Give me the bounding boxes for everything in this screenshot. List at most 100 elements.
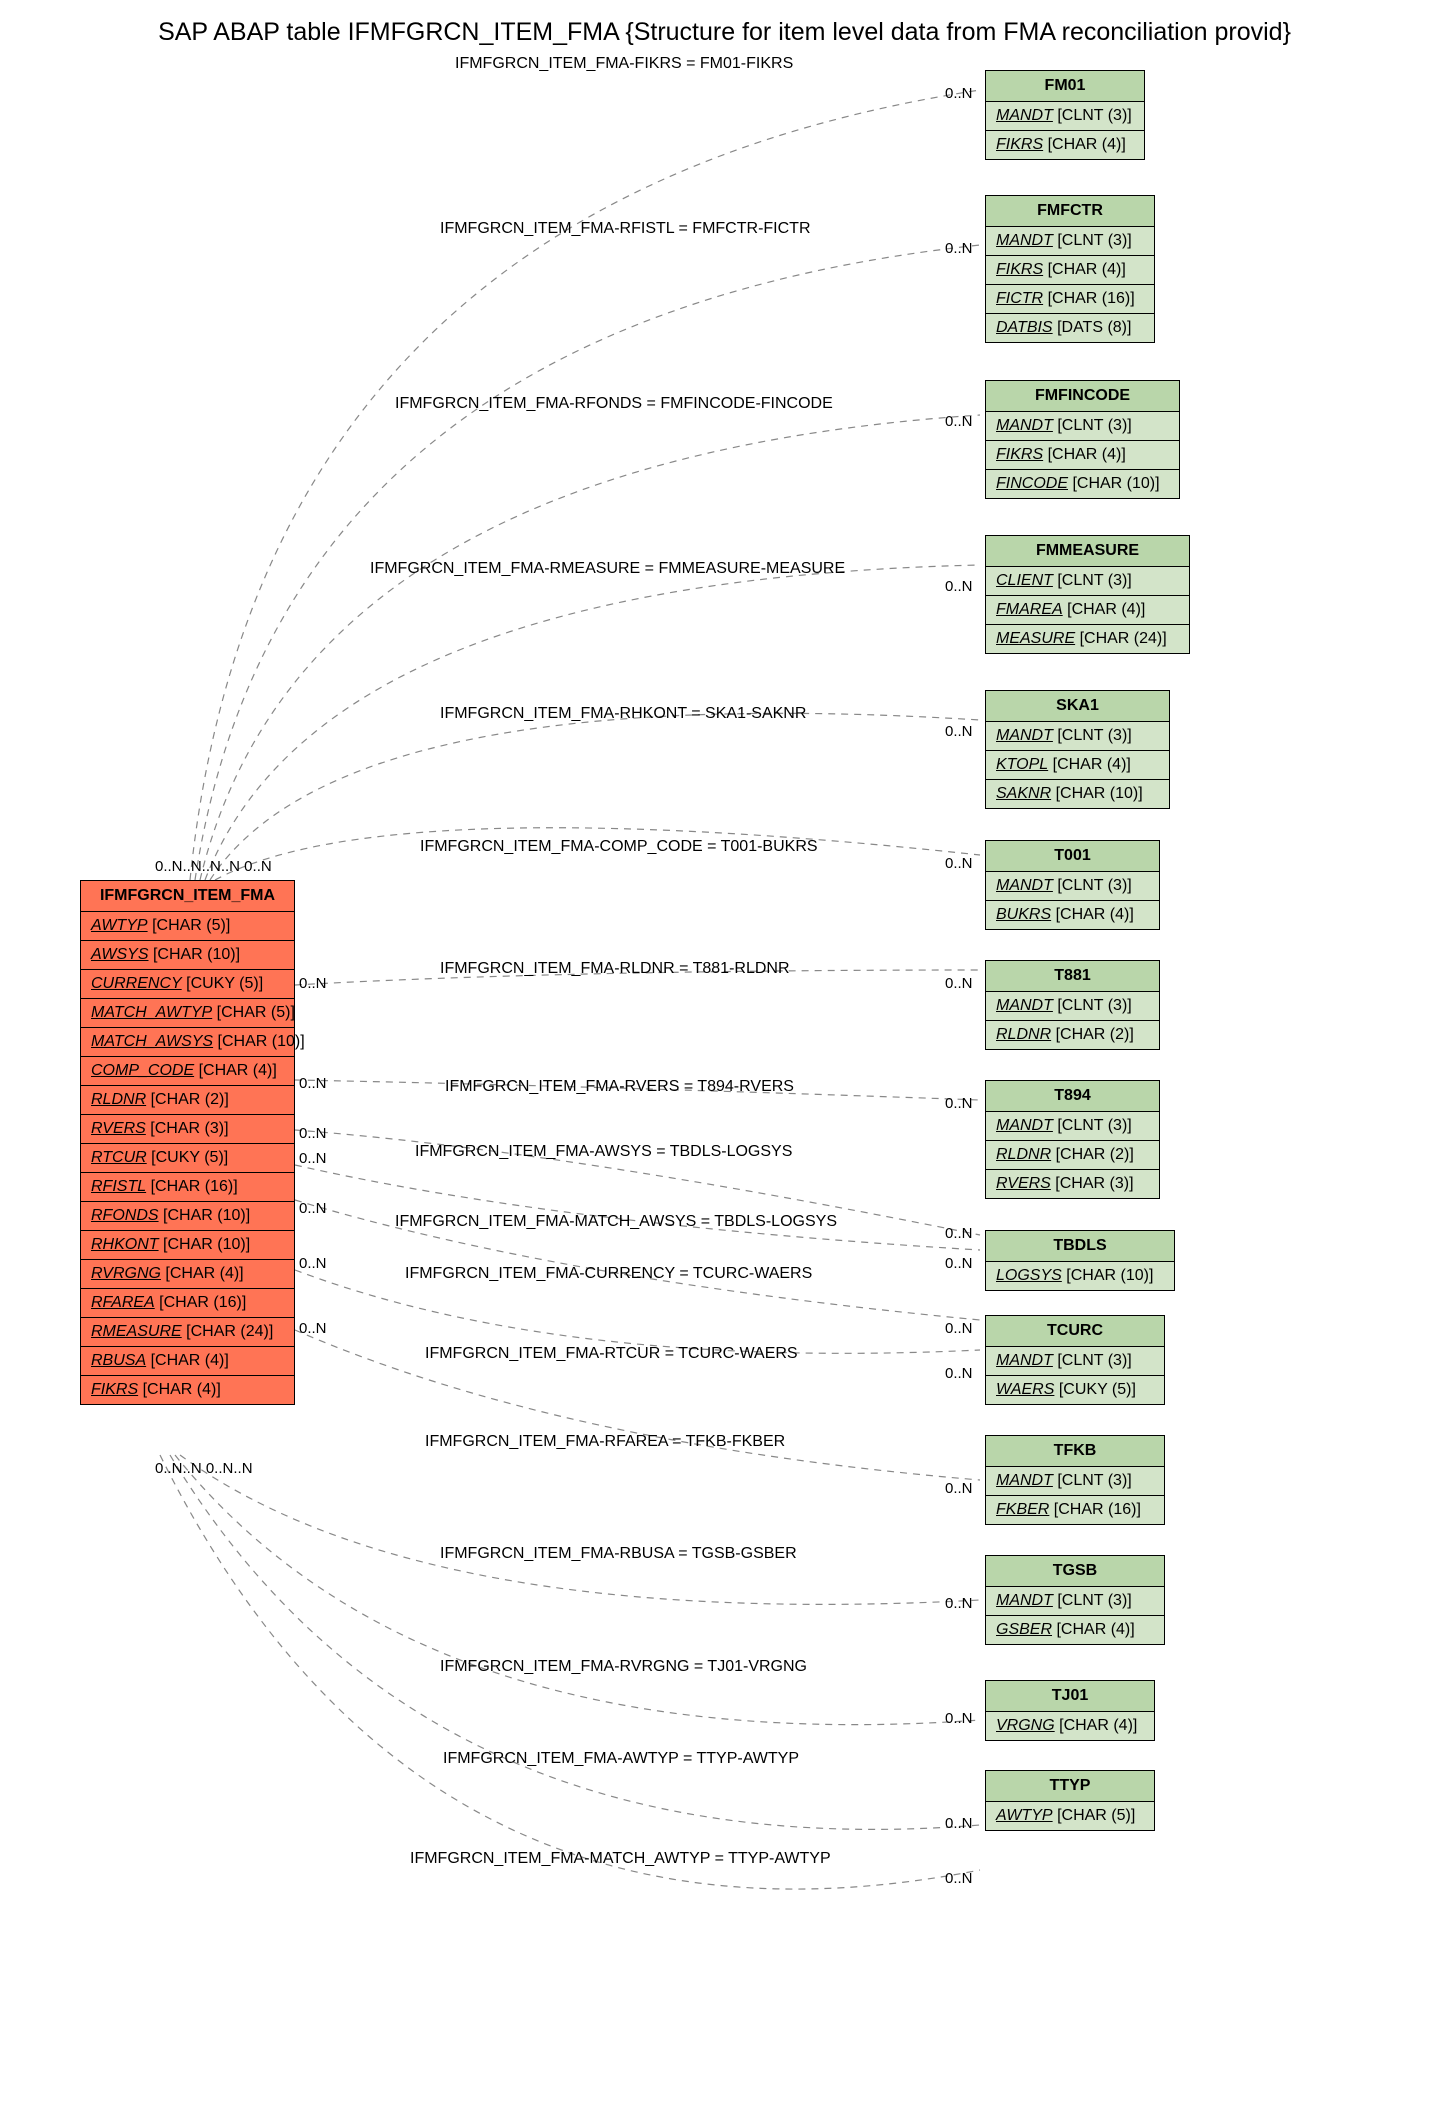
ref-entity-fmfincode: FMFINCODE MANDT [CLNT (3)] FIKRS [CHAR (… — [985, 380, 1180, 499]
table-row: RFISTL [CHAR (16)] — [81, 1173, 294, 1202]
relation-label: IFMFGRCN_ITEM_FMA-RFISTL = FMFCTR-FICTR — [440, 220, 811, 238]
table-row: MANDT [CLNT (3)] — [986, 412, 1179, 441]
cardinality-label: 0..N — [299, 1320, 327, 1337]
main-entity-table: IFMFGRCN_ITEM_FMA AWTYP [CHAR (5)] AWSYS… — [80, 880, 295, 1405]
cardinality-label: 0..N — [945, 1815, 973, 1832]
ref-entity-fmmeasure: FMMEASURE CLIENT [CLNT (3)] FMAREA [CHAR… — [985, 535, 1190, 654]
ref-entity-fmfctr: FMFCTR MANDT [CLNT (3)] FIKRS [CHAR (4)]… — [985, 195, 1155, 343]
relation-label: IFMFGRCN_ITEM_FMA-COMP_CODE = T001-BUKRS — [420, 838, 818, 856]
cardinality-label: 0..N — [945, 1225, 973, 1242]
cardinality-label: 0..N — [299, 975, 327, 992]
table-row: MANDT [CLNT (3)] — [986, 1112, 1159, 1141]
entity-header: T881 — [986, 961, 1159, 992]
ref-entity-t894: T894 MANDT [CLNT (3)] RLDNR [CHAR (2)] R… — [985, 1080, 1160, 1199]
table-row: MANDT [CLNT (3)] — [986, 722, 1169, 751]
table-row: MATCH_AWTYP [CHAR (5)] — [81, 999, 294, 1028]
table-row: FKBER [CHAR (16)] — [986, 1496, 1164, 1524]
entity-header: TCURC — [986, 1316, 1164, 1347]
table-row: RLDNR [CHAR (2)] — [986, 1021, 1159, 1049]
cardinality-label: 0..N..N..N..N 0..N — [155, 858, 272, 875]
table-row: MANDT [CLNT (3)] — [986, 872, 1159, 901]
table-row: VRGNG [CHAR (4)] — [986, 1712, 1154, 1740]
cardinality-label: 0..N — [299, 1200, 327, 1217]
cardinality-label: 0..N — [945, 723, 973, 740]
diagram-title: SAP ABAP table IFMFGRCN_ITEM_FMA {Struct… — [0, 18, 1449, 47]
table-row: RLDNR [CHAR (2)] — [81, 1086, 294, 1115]
entity-header: TBDLS — [986, 1231, 1174, 1262]
cardinality-label: 0..N — [299, 1255, 327, 1272]
table-row: MATCH_AWSYS [CHAR (10)] — [81, 1028, 294, 1057]
table-row: FMAREA [CHAR (4)] — [986, 596, 1189, 625]
table-row: RVRGNG [CHAR (4)] — [81, 1260, 294, 1289]
entity-header: TTYP — [986, 1771, 1154, 1802]
table-row: AWTYP [CHAR (5)] — [986, 1802, 1154, 1830]
table-row: RFAREA [CHAR (16)] — [81, 1289, 294, 1318]
cardinality-label: 0..N — [945, 240, 973, 257]
cardinality-label: 0..N — [945, 975, 973, 992]
table-row: FIKRS [CHAR (4)] — [986, 441, 1179, 470]
main-entity-name: IFMFGRCN_ITEM_FMA — [81, 881, 294, 912]
cardinality-label: 0..N — [945, 413, 973, 430]
table-row: COMP_CODE [CHAR (4)] — [81, 1057, 294, 1086]
entity-header: T894 — [986, 1081, 1159, 1112]
cardinality-label: 0..N — [945, 855, 973, 872]
table-row: MEASURE [CHAR (24)] — [986, 625, 1189, 653]
cardinality-label: 0..N — [299, 1075, 327, 1092]
entity-header: T001 — [986, 841, 1159, 872]
table-row: FICTR [CHAR (16)] — [986, 285, 1154, 314]
relation-label: IFMFGRCN_ITEM_FMA-CURRENCY = TCURC-WAERS — [405, 1265, 812, 1283]
cardinality-label: 0..N — [945, 1255, 973, 1272]
ref-entity-fm01: FM01 MANDT [CLNT (3)] FIKRS [CHAR (4)] — [985, 70, 1145, 160]
table-row: WAERS [CUKY (5)] — [986, 1376, 1164, 1404]
relation-label: IFMFGRCN_ITEM_FMA-RTCUR = TCURC-WAERS — [425, 1345, 798, 1363]
ref-entity-tgsb: TGSB MANDT [CLNT (3)] GSBER [CHAR (4)] — [985, 1555, 1165, 1645]
table-row: AWSYS [CHAR (10)] — [81, 941, 294, 970]
table-row: AWTYP [CHAR (5)] — [81, 912, 294, 941]
cardinality-label: 0..N — [945, 85, 973, 102]
table-row: MANDT [CLNT (3)] — [986, 227, 1154, 256]
table-row: CURRENCY [CUKY (5)] — [81, 970, 294, 999]
entity-header: FMFINCODE — [986, 381, 1179, 412]
relation-label: IFMFGRCN_ITEM_FMA-RFAREA = TFKB-FKBER — [425, 1433, 785, 1451]
table-row: FIKRS [CHAR (4)] — [986, 256, 1154, 285]
entity-header: SKA1 — [986, 691, 1169, 722]
relation-label: IFMFGRCN_ITEM_FMA-RBUSA = TGSB-GSBER — [440, 1545, 797, 1563]
table-row: GSBER [CHAR (4)] — [986, 1616, 1164, 1644]
table-row: DATBIS [DATS (8)] — [986, 314, 1154, 342]
cardinality-label: 0..N — [945, 1365, 973, 1382]
table-row: FIKRS [CHAR (4)] — [81, 1376, 294, 1404]
table-row: RHKONT [CHAR (10)] — [81, 1231, 294, 1260]
table-row: SAKNR [CHAR (10)] — [986, 780, 1169, 808]
table-row: RMEASURE [CHAR (24)] — [81, 1318, 294, 1347]
entity-header: TGSB — [986, 1556, 1164, 1587]
table-row: MANDT [CLNT (3)] — [986, 1467, 1164, 1496]
ref-entity-t001: T001 MANDT [CLNT (3)] BUKRS [CHAR (4)] — [985, 840, 1160, 930]
entity-header: TJ01 — [986, 1681, 1154, 1712]
entity-header: FM01 — [986, 71, 1144, 102]
table-row: RVERS [CHAR (3)] — [81, 1115, 294, 1144]
ref-entity-t881: T881 MANDT [CLNT (3)] RLDNR [CHAR (2)] — [985, 960, 1160, 1050]
table-row: RTCUR [CUKY (5)] — [81, 1144, 294, 1173]
ref-entity-tcurc: TCURC MANDT [CLNT (3)] WAERS [CUKY (5)] — [985, 1315, 1165, 1405]
entity-header: FMMEASURE — [986, 536, 1189, 567]
cardinality-label: 0..N — [945, 1710, 973, 1727]
table-row: RBUSA [CHAR (4)] — [81, 1347, 294, 1376]
relation-label: IFMFGRCN_ITEM_FMA-RLDNR = T881-RLDNR — [440, 960, 790, 978]
table-row: FINCODE [CHAR (10)] — [986, 470, 1179, 498]
cardinality-label: 0..N — [945, 578, 973, 595]
cardinality-label: 0..N — [945, 1870, 973, 1887]
table-row: MANDT [CLNT (3)] — [986, 992, 1159, 1021]
table-row: RLDNR [CHAR (2)] — [986, 1141, 1159, 1170]
ref-entity-ska1: SKA1 MANDT [CLNT (3)] KTOPL [CHAR (4)] S… — [985, 690, 1170, 809]
cardinality-label: 0..N — [945, 1595, 973, 1612]
relation-label: IFMFGRCN_ITEM_FMA-RHKONT = SKA1-SAKNR — [440, 705, 806, 723]
relation-label: IFMFGRCN_ITEM_FMA-RMEASURE = FMMEASURE-M… — [370, 560, 845, 578]
relation-label: IFMFGRCN_ITEM_FMA-AWSYS = TBDLS-LOGSYS — [415, 1143, 792, 1161]
ref-entity-tbdls: TBDLS LOGSYS [CHAR (10)] — [985, 1230, 1175, 1291]
relation-label: IFMFGRCN_ITEM_FMA-MATCH_AWTYP = TTYP-AWT… — [410, 1850, 831, 1868]
table-row: RFONDS [CHAR (10)] — [81, 1202, 294, 1231]
entity-header: TFKB — [986, 1436, 1164, 1467]
cardinality-label: 0..N — [299, 1150, 327, 1167]
relation-label: IFMFGRCN_ITEM_FMA-RFONDS = FMFINCODE-FIN… — [395, 395, 833, 413]
table-row: RVERS [CHAR (3)] — [986, 1170, 1159, 1198]
